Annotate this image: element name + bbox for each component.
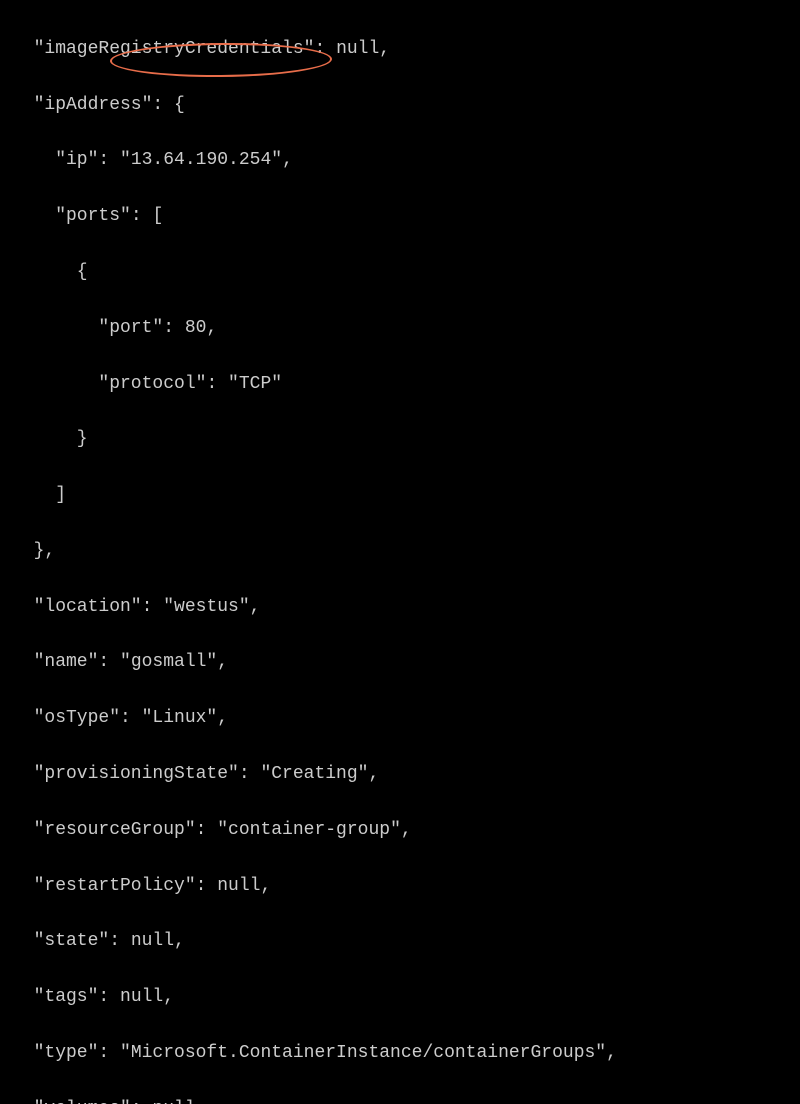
- key-state: "state": [34, 931, 110, 951]
- comma: ,: [401, 820, 412, 840]
- line-ip: "ip": "13.64.190.254",: [12, 147, 788, 175]
- value-type: "Microsoft.ContainerInstance/containerGr…: [120, 1043, 606, 1063]
- comma: ,: [174, 931, 185, 951]
- key-volumes: "volumes": [34, 1099, 131, 1104]
- colon: :: [196, 820, 218, 840]
- line-osType: "osType": "Linux",: [12, 705, 788, 733]
- value-volumes: null: [152, 1099, 195, 1104]
- key-protocol: "protocol": [98, 374, 206, 394]
- value-protocol: "TCP": [228, 374, 282, 394]
- key-port: "port": [98, 318, 163, 338]
- value-name: "gosmall": [120, 652, 217, 672]
- colon: :: [120, 708, 142, 728]
- open-brace: {: [77, 262, 88, 282]
- key-restartPolicy: "restartPolicy": [34, 876, 196, 896]
- comma: ,: [206, 318, 217, 338]
- colon: :: [239, 764, 261, 784]
- key-name: "name": [34, 652, 99, 672]
- colon: :: [131, 206, 153, 226]
- colon: :: [163, 318, 185, 338]
- line-name: "name": "gosmall",: [12, 649, 788, 677]
- key-imageRegistryCredentials: "imageRegistryCredentials": [34, 39, 315, 59]
- value-imageRegistryCredentials: null: [336, 39, 379, 59]
- comma: ,: [368, 764, 379, 784]
- line-state: "state": null,: [12, 928, 788, 956]
- colon: :: [314, 39, 336, 59]
- key-tags: "tags": [34, 987, 99, 1007]
- line-imageRegistryCredentials: "imageRegistryCredentials": null,: [12, 36, 788, 64]
- open-brace: {: [174, 95, 185, 115]
- comma: ,: [163, 987, 174, 1007]
- value-location: "westus": [163, 597, 249, 617]
- value-provisioningState: "Creating": [260, 764, 368, 784]
- line-ports-close: ]: [12, 482, 788, 510]
- comma: ,: [379, 39, 390, 59]
- close-brace: }: [34, 541, 45, 561]
- colon: :: [152, 95, 174, 115]
- key-osType: "osType": [34, 708, 120, 728]
- comma: ,: [217, 652, 228, 672]
- line-resourceGroup: "resourceGroup": "container-group",: [12, 817, 788, 845]
- colon: :: [98, 987, 120, 1007]
- close-bracket: ]: [55, 485, 66, 505]
- comma: ,: [606, 1043, 617, 1063]
- line-protocol: "protocol": "TCP": [12, 371, 788, 399]
- key-location: "location": [34, 597, 142, 617]
- line-array-brace-close: }: [12, 426, 788, 454]
- key-provisioningState: "provisioningState": [34, 764, 239, 784]
- colon: :: [109, 931, 131, 951]
- open-bracket: [: [152, 206, 163, 226]
- colon: :: [142, 597, 164, 617]
- line-ports-open: "ports": [: [12, 203, 788, 231]
- value-port: 80: [185, 318, 207, 338]
- value-ip: "13.64.190.254": [120, 150, 282, 170]
- colon: :: [98, 1043, 120, 1063]
- line-volumes: "volumes": null: [12, 1096, 788, 1104]
- comma: ,: [44, 541, 55, 561]
- line-restartPolicy: "restartPolicy": null,: [12, 873, 788, 901]
- line-type: "type": "Microsoft.ContainerInstance/con…: [12, 1040, 788, 1068]
- colon: :: [196, 876, 218, 896]
- key-resourceGroup: "resourceGroup": [34, 820, 196, 840]
- key-ip: "ip": [55, 150, 98, 170]
- comma: ,: [282, 150, 293, 170]
- comma: ,: [260, 876, 271, 896]
- value-state: null: [131, 931, 174, 951]
- key-ipAddress: "ipAddress": [34, 95, 153, 115]
- colon: :: [131, 1099, 153, 1104]
- comma: ,: [250, 597, 261, 617]
- json-output: "imageRegistryCredentials": null, "ipAdd…: [12, 8, 788, 1104]
- line-provisioningState: "provisioningState": "Creating",: [12, 761, 788, 789]
- value-resourceGroup: "container-group": [217, 820, 401, 840]
- line-ipAddress-open: "ipAddress": {: [12, 92, 788, 120]
- value-tags: null: [120, 987, 163, 1007]
- comma: ,: [217, 708, 228, 728]
- line-location: "location": "westus",: [12, 594, 788, 622]
- close-brace: }: [77, 429, 88, 449]
- colon: :: [98, 150, 120, 170]
- value-osType: "Linux": [142, 708, 218, 728]
- colon: :: [98, 652, 120, 672]
- key-type: "type": [34, 1043, 99, 1063]
- line-tags: "tags": null,: [12, 984, 788, 1012]
- key-ports: "ports": [55, 206, 131, 226]
- colon: :: [206, 374, 228, 394]
- value-restartPolicy: null: [217, 876, 260, 896]
- line-port: "port": 80,: [12, 315, 788, 343]
- line-array-brace-open: {: [12, 259, 788, 287]
